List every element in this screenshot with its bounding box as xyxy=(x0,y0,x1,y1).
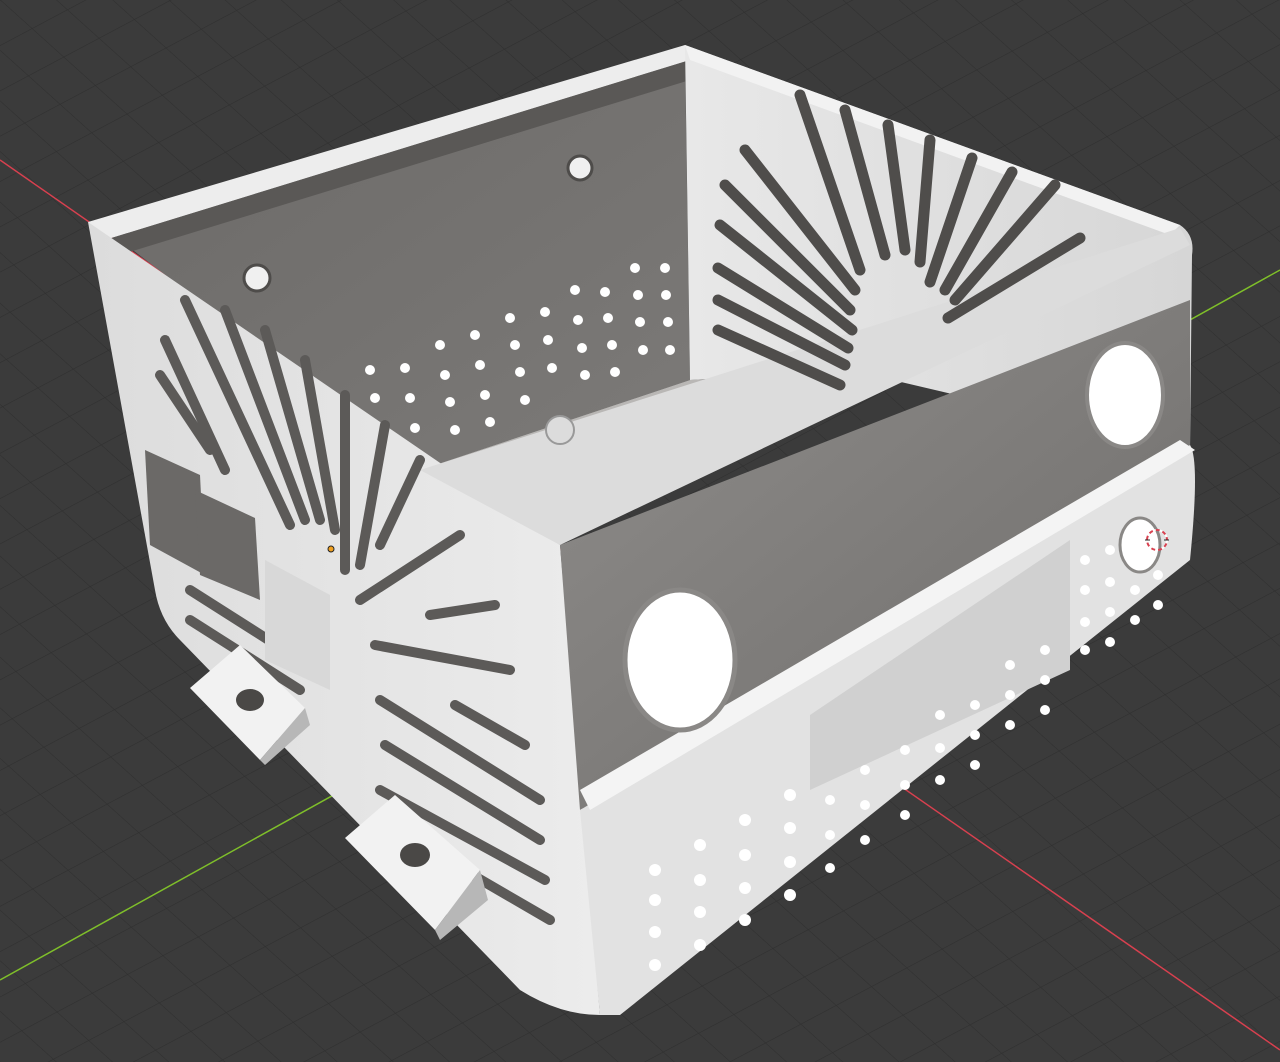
right-wall-round-hole xyxy=(1085,341,1165,449)
origin-marker xyxy=(327,545,335,553)
floor-standoff xyxy=(545,415,575,445)
back-mount-hole-right xyxy=(566,154,594,182)
front-round-hole-right xyxy=(1118,516,1162,574)
front-round-hole-left xyxy=(622,587,738,733)
back-mount-hole-left xyxy=(242,263,272,293)
3d-viewport[interactable] xyxy=(0,0,1280,1062)
